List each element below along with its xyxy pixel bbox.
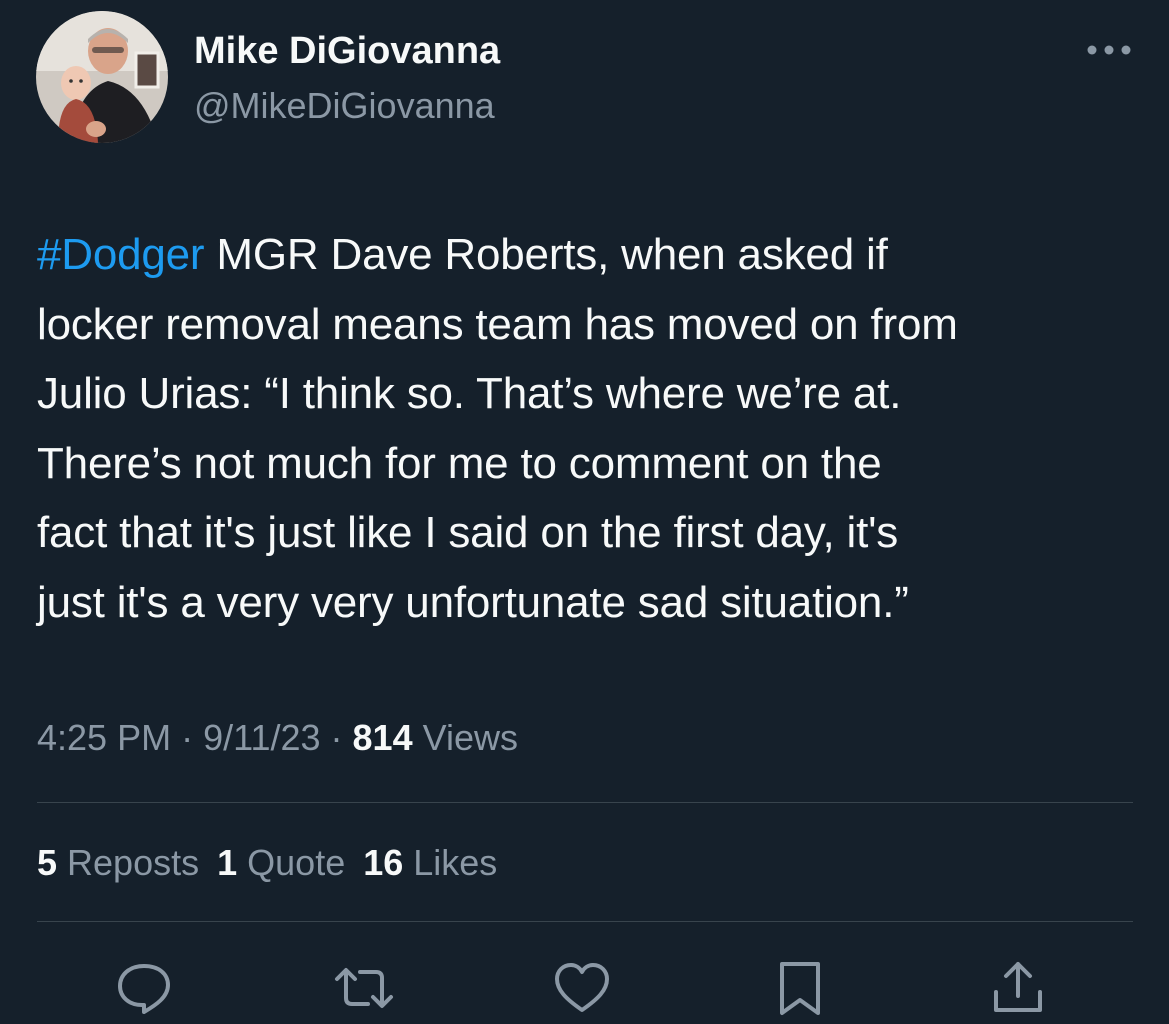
quotes-count: 1	[217, 842, 238, 883]
bookmark-button[interactable]	[770, 960, 830, 1016]
more-options-icon[interactable]	[1086, 40, 1132, 60]
share-button[interactable]	[988, 960, 1048, 1016]
tweet-line: There’s not much for me to comment on th…	[37, 438, 882, 488]
reply-icon	[118, 964, 170, 1014]
divider	[37, 921, 1133, 922]
engagement-stats: 5 Reposts 1 Quote 16 Likes	[37, 842, 515, 884]
repost-button[interactable]	[334, 960, 394, 1016]
reply-button[interactable]	[114, 960, 174, 1016]
meta-separator: ·	[171, 717, 204, 758]
share-icon	[994, 962, 1042, 1012]
like-icon	[555, 963, 609, 1012]
author-name[interactable]: Mike DiGiovanna	[194, 30, 500, 73]
divider	[37, 802, 1133, 803]
reposts-count: 5	[37, 842, 58, 883]
reposts-stat[interactable]: 5 Reposts	[37, 842, 199, 883]
tweet-line-text: MGR Dave Roberts, when asked if	[204, 230, 888, 279]
quotes-label: Quote	[237, 842, 346, 883]
avatar[interactable]	[36, 11, 168, 143]
tweet-time[interactable]: 4:25 PM	[37, 717, 171, 758]
reposts-label: Reposts	[57, 842, 200, 883]
tweet-date[interactable]: 9/11/23	[203, 717, 320, 758]
views-count: 814	[352, 717, 413, 758]
views-label: Views	[412, 717, 518, 758]
tweet-line: #Dodger MGR Dave Roberts, when asked if	[37, 220, 1137, 290]
tweet-meta: 4:25 PM · 9/11/23 · 814 Views	[37, 717, 518, 759]
quotes-stat[interactable]: 1 Quote	[217, 842, 345, 883]
like-button[interactable]	[552, 960, 612, 1016]
tweet-line: just it's a very very unfortunate sad si…	[37, 577, 909, 627]
meta-separator: ·	[320, 717, 353, 758]
hashtag-link[interactable]: #Dodger	[37, 230, 205, 279]
repost-icon	[335, 968, 393, 1008]
likes-stat[interactable]: 16 Likes	[363, 842, 497, 883]
profile-photo-icon	[36, 11, 168, 143]
tweet-text: #Dodger MGR Dave Roberts, when asked if …	[37, 220, 1137, 637]
likes-count: 16	[363, 842, 404, 883]
tweet-line: Julio Urias: “I think so. That’s where w…	[37, 369, 902, 418]
bookmark-icon	[780, 962, 820, 1015]
likes-label: Likes	[403, 842, 498, 883]
tweet-line: fact that it's just like I said on the f…	[37, 508, 899, 557]
tweet-line: locker removal means team has moved on f…	[37, 299, 958, 349]
author-handle[interactable]: @MikeDiGiovanna	[194, 85, 495, 127]
tweet-detail: Mike DiGiovanna @MikeDiGiovanna #Dodger …	[0, 0, 1169, 1024]
